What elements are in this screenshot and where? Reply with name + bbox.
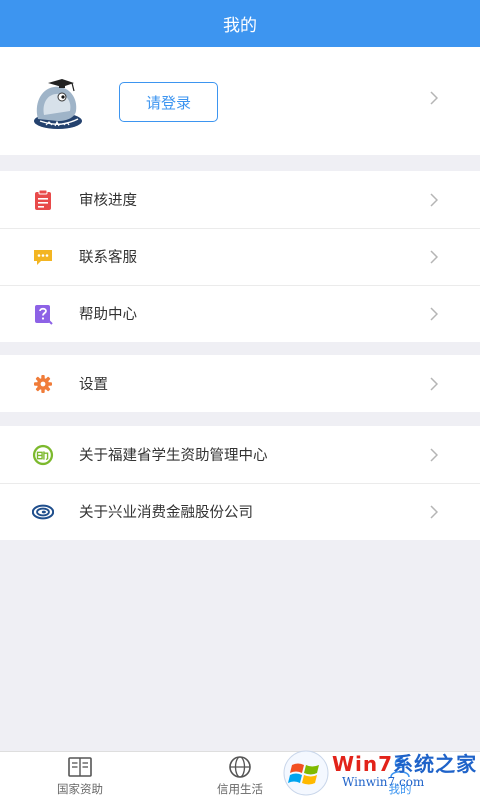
menu-item-label: 审核进度	[79, 193, 137, 209]
globe-icon	[227, 755, 253, 779]
profile-section[interactable]: 请登录	[0, 47, 480, 155]
watermark: Win7系统之家 Winwin7.com	[280, 746, 480, 800]
chevron-right-icon	[430, 249, 438, 264]
menu-item-label: 关于福建省学生资助管理中心	[79, 448, 268, 464]
fujian-aid-logo-icon	[32, 444, 54, 466]
page-title: 我的	[223, 16, 257, 36]
menu-item-label: 联系客服	[79, 250, 137, 266]
windows-logo-icon	[283, 750, 329, 796]
menu-group-account: 审核进度 联系客服 帮助中心	[0, 171, 480, 342]
watermark-brand-suffix: 系统之家	[393, 752, 478, 776]
menu-item-about-fujian[interactable]: 关于福建省学生资助管理中心	[0, 426, 480, 483]
chevron-right-icon	[430, 447, 438, 462]
book-icon	[67, 755, 93, 779]
tab-label: 国家资助	[57, 782, 103, 796]
watermark-text: Win7系统之家 Winwin7.com	[332, 748, 477, 789]
tab-national-aid[interactable]: 国家资助	[0, 752, 160, 800]
tab-label: 信用生活	[217, 782, 263, 796]
menu-item-review-progress[interactable]: 审核进度	[0, 171, 480, 228]
watermark-domain: Winwin7.com	[342, 775, 425, 789]
watermark-brand-prefix: Win7	[332, 752, 394, 776]
clipboard-icon	[32, 189, 54, 211]
login-button[interactable]: 请登录	[119, 82, 218, 122]
chevron-right-icon	[430, 192, 438, 207]
chevron-right-icon	[430, 306, 438, 321]
chevron-right-icon	[430, 376, 438, 391]
chevron-right-icon	[430, 504, 438, 519]
xingye-logo-icon	[32, 501, 54, 523]
chat-bubble-icon	[32, 246, 54, 268]
menu-item-label: 设置	[79, 377, 108, 393]
question-icon	[32, 303, 54, 325]
top-bar: 我的	[0, 0, 480, 47]
menu-item-about-xingye[interactable]: 关于兴业消费金融股份公司	[0, 483, 480, 540]
menu-group-settings: 设置	[0, 355, 480, 412]
chevron-right-icon	[430, 91, 438, 105]
avatar[interactable]	[28, 75, 88, 133]
menu-item-label: 关于兴业消费金融股份公司	[79, 505, 253, 521]
menu-item-help-center[interactable]: 帮助中心	[0, 285, 480, 342]
menu-item-label: 帮助中心	[79, 307, 137, 323]
gear-icon	[32, 373, 54, 395]
menu-item-settings[interactable]: 设置	[0, 355, 480, 412]
menu-item-contact-support[interactable]: 联系客服	[0, 228, 480, 285]
menu-group-about: 关于福建省学生资助管理中心 关于兴业消费金融股份公司	[0, 426, 480, 540]
